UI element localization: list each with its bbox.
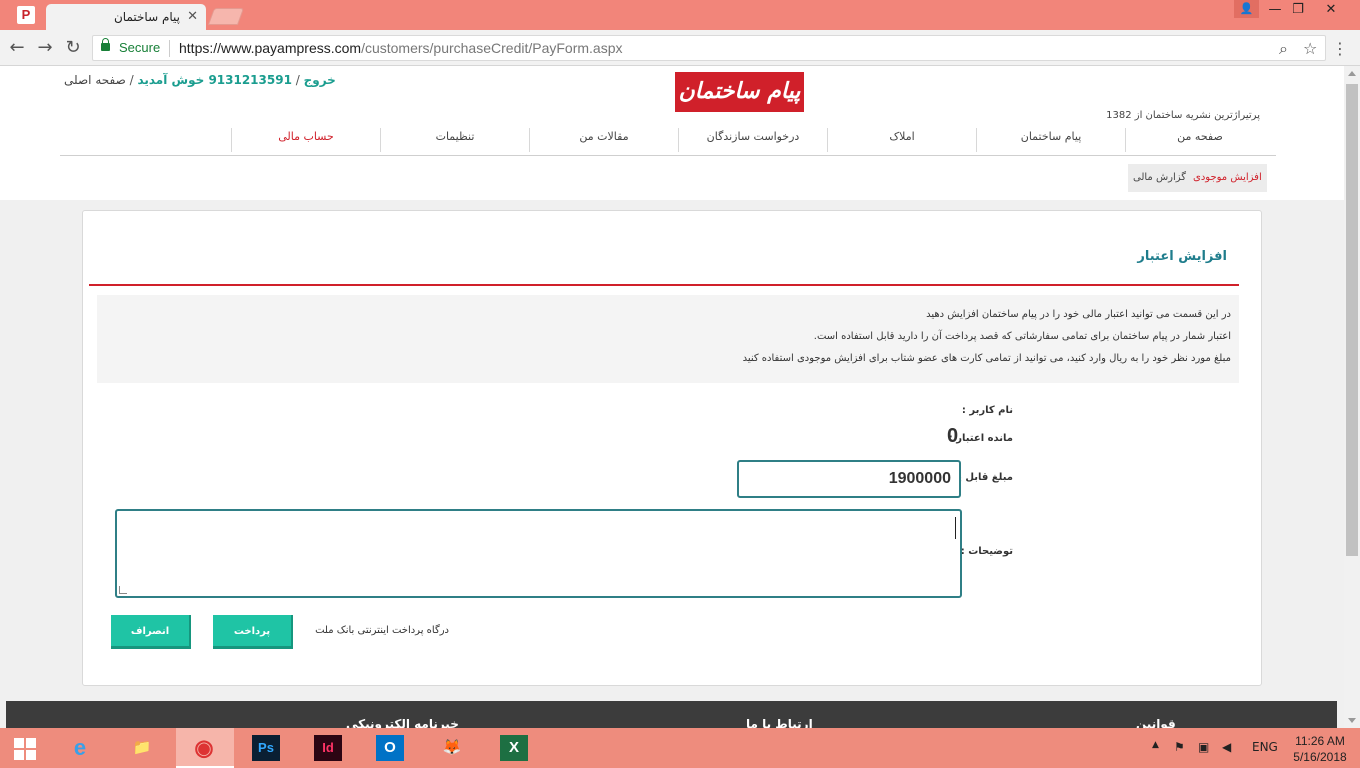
back-icon[interactable]: ← bbox=[6, 37, 28, 59]
clock-time: 11:26 AM bbox=[1295, 734, 1345, 748]
url-host: https://www.payampress.com bbox=[179, 40, 362, 56]
info-line: اعتبار شمار در پیام ساختمان برای تمامی س… bbox=[813, 331, 1231, 342]
restore-button[interactable]: ❐ bbox=[1283, 0, 1313, 20]
footer-heading: ارتباط با ما bbox=[746, 717, 813, 728]
url-input[interactable]: Secure https://www.payampress.com/custom… bbox=[92, 35, 1326, 61]
clock-date: 5/16/2018 bbox=[1293, 750, 1347, 764]
new-tab-button[interactable] bbox=[207, 8, 245, 25]
secure-label: Secure bbox=[119, 40, 161, 55]
tray-volume-icon[interactable]: ◀ bbox=[1222, 740, 1231, 754]
main-nav: صفحه من پیام ساختمان املاک درخواست سازند… bbox=[60, 126, 1276, 156]
scroll-thumb[interactable] bbox=[1346, 84, 1358, 556]
info-box: در این قسمت می توانید اعتبار مالی خود را… bbox=[97, 295, 1239, 383]
scroll-up-icon[interactable] bbox=[1348, 71, 1356, 76]
windows-start-icon[interactable] bbox=[14, 738, 36, 760]
forward-icon[interactable]: → bbox=[34, 37, 56, 59]
tab-title: پیام ساختمان bbox=[113, 10, 180, 24]
close-window-button[interactable]: ✕ bbox=[1316, 0, 1346, 20]
taskbar-clock[interactable]: 11:26 AM 5/16/2018 bbox=[1290, 733, 1350, 765]
photoshop-taskbar-icon[interactable]: Ps bbox=[238, 728, 296, 768]
page: خروج / 9131213591 خوش آمدید / صفحه اصلی … bbox=[0, 66, 1344, 728]
tray-language[interactable]: ENG bbox=[1252, 740, 1278, 754]
nav-item-amlak[interactable]: املاک bbox=[827, 128, 976, 152]
nav-item-my-page[interactable]: صفحه من bbox=[1125, 128, 1274, 152]
tab-financial-report[interactable]: گزارش مالی bbox=[1128, 164, 1192, 192]
gateway-label: درگاه پرداخت اینترنتی بانک ملت bbox=[315, 625, 449, 636]
address-bar: ← → ↻ Secure https://www.payampress.com/… bbox=[0, 30, 1360, 66]
url-text: https://www.payampress.com/customers/pur… bbox=[179, 40, 623, 56]
tray-device-icon[interactable]: ▣ bbox=[1198, 740, 1209, 754]
tray-up-arrow-icon[interactable]: ▲ bbox=[1152, 740, 1159, 750]
nav-item-financial-account[interactable]: حساب مالی bbox=[231, 128, 380, 152]
description-textarea[interactable] bbox=[115, 509, 962, 598]
footer-heading: قوانین bbox=[1136, 717, 1176, 728]
firefox-taskbar-icon[interactable]: 🦊 bbox=[424, 728, 482, 768]
app-logo-icon: P bbox=[17, 6, 35, 24]
bookmark-star-icon[interactable]: ☆ bbox=[1303, 39, 1317, 58]
nav-item-settings[interactable]: تنظیمات bbox=[380, 128, 529, 152]
page-scrollbar[interactable] bbox=[1344, 66, 1360, 728]
scroll-down-icon[interactable] bbox=[1348, 718, 1356, 723]
welcome-link[interactable]: 9131213591 خوش آمدید bbox=[137, 73, 292, 87]
nav-item-payam[interactable]: پیام ساختمان bbox=[976, 128, 1125, 152]
text-caret bbox=[955, 517, 956, 539]
excel-taskbar-icon[interactable]: X bbox=[486, 728, 544, 768]
url-divider bbox=[169, 40, 170, 57]
username-label: نام کاربر : bbox=[961, 405, 1013, 416]
browser-tab[interactable]: پیام ساختمان ✕ bbox=[46, 4, 206, 30]
logo-text: پیام ساختمان bbox=[678, 78, 801, 104]
form-title: افزایش اعتبار bbox=[1137, 249, 1227, 264]
explorer-taskbar-icon[interactable]: 📁 bbox=[114, 728, 172, 768]
browser-tab-bar: P پیام ساختمان ✕ 👤 — ❐ ✕ bbox=[0, 0, 1360, 30]
description-label: توضیحات : bbox=[960, 546, 1013, 557]
credit-form-card: افزایش اعتبار در این قسمت می توانید اعتب… bbox=[82, 210, 1262, 686]
home-link[interactable]: صفحه اصلی bbox=[64, 73, 126, 87]
tab-close-icon[interactable]: ✕ bbox=[187, 9, 198, 24]
url-path: /customers/purchaseCredit/PayForm.aspx bbox=[361, 40, 623, 56]
amount-input[interactable]: 1900000 bbox=[737, 460, 961, 498]
tray-network-icon[interactable]: ⚑ bbox=[1174, 740, 1185, 754]
tab-increase-balance[interactable]: افزایش موجودی bbox=[1188, 164, 1267, 192]
profile-icon[interactable]: 👤 bbox=[1234, 0, 1259, 18]
cancel-button[interactable]: انصراف bbox=[111, 615, 191, 649]
ie-taskbar-icon[interactable]: e bbox=[52, 728, 110, 768]
logout-link[interactable]: خروج bbox=[304, 73, 336, 87]
title-divider bbox=[89, 284, 1239, 286]
nav-item-builder-requests[interactable]: درخواست سازندگان bbox=[678, 128, 827, 152]
lock-icon bbox=[101, 38, 110, 51]
footer: خبرنامه الکترونیکی ارتباط با ما قوانین bbox=[6, 701, 1337, 728]
outlook-taskbar-icon[interactable]: O bbox=[362, 728, 420, 768]
resize-handle[interactable] bbox=[119, 586, 127, 594]
site-tagline: پرتیراژترین نشریه ساختمان از 1382 bbox=[1106, 110, 1260, 121]
info-line: در این قسمت می توانید اعتبار مالی خود را… bbox=[926, 309, 1231, 320]
link-separator: / bbox=[291, 73, 304, 87]
indesign-taskbar-icon[interactable]: Id bbox=[300, 728, 358, 768]
taskbar: e 📁 ◉ Ps Id O 🦊 X ▲ ⚑ ▣ ◀ ENG 11:26 AM 5… bbox=[0, 728, 1360, 768]
zoom-icon[interactable]: ⌕ bbox=[1279, 39, 1288, 59]
link-separator: / bbox=[125, 73, 138, 87]
reload-icon[interactable]: ↻ bbox=[62, 37, 84, 59]
site-logo[interactable]: پیام ساختمان bbox=[675, 72, 804, 112]
balance-label: مانده اعتبار : bbox=[948, 433, 1013, 444]
info-line: مبلغ مورد نظر خود را به ریال وارد کنید، … bbox=[742, 353, 1231, 364]
browser-menu-icon[interactable]: ⋮ bbox=[1332, 39, 1348, 59]
footer-heading: خبرنامه الکترونیکی bbox=[346, 717, 459, 728]
chrome-taskbar-icon[interactable]: ◉ bbox=[176, 728, 234, 768]
user-links: خروج / 9131213591 خوش آمدید / صفحه اصلی bbox=[64, 73, 336, 87]
pay-button[interactable]: پرداخت bbox=[213, 615, 293, 649]
balance-value: 0 bbox=[947, 425, 959, 447]
nav-item-my-articles[interactable]: مقالات من bbox=[529, 128, 678, 152]
